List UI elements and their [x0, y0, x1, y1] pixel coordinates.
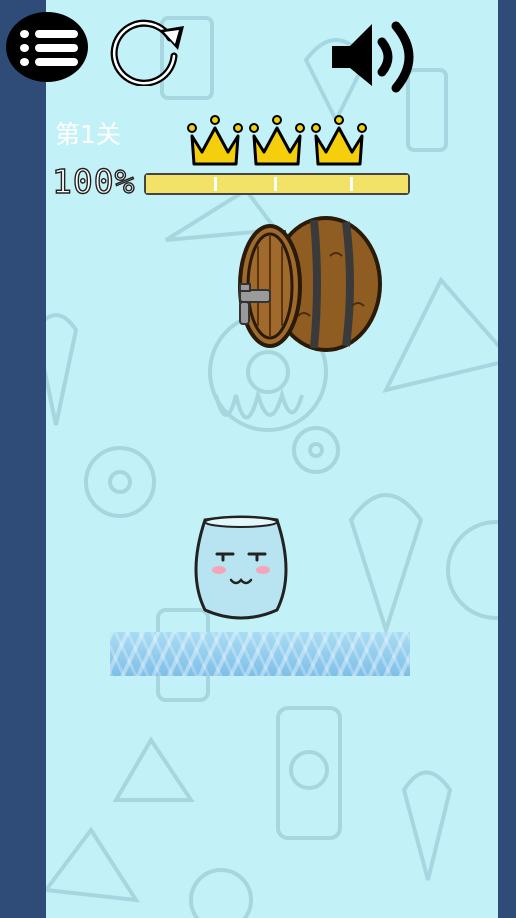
wooden-barrel-tap-icon [238, 216, 382, 352]
crown-rating [186, 114, 371, 170]
sound-button[interactable] [328, 12, 424, 102]
progress-bar [144, 173, 410, 195]
game-screen: 第1关 100% [0, 0, 516, 918]
crown-icon [311, 115, 367, 166]
level-label: 第1关 [55, 120, 121, 149]
progress-marker [274, 177, 277, 191]
smiling-glass-cup-icon [194, 515, 288, 620]
speaker-volume-icon [332, 21, 414, 93]
restart-icon [110, 19, 184, 86]
progress-marker [350, 177, 353, 191]
crown-icon [187, 115, 243, 166]
water-platform [110, 632, 410, 676]
left-side-panel [0, 0, 46, 918]
crown-icon [249, 115, 305, 166]
percent-label: 100% [51, 161, 136, 201]
menu-button[interactable] [6, 12, 88, 82]
progress-marker [214, 177, 217, 191]
right-side-panel [498, 0, 516, 918]
restart-button[interactable] [108, 14, 188, 86]
progress-fill [146, 175, 408, 193]
